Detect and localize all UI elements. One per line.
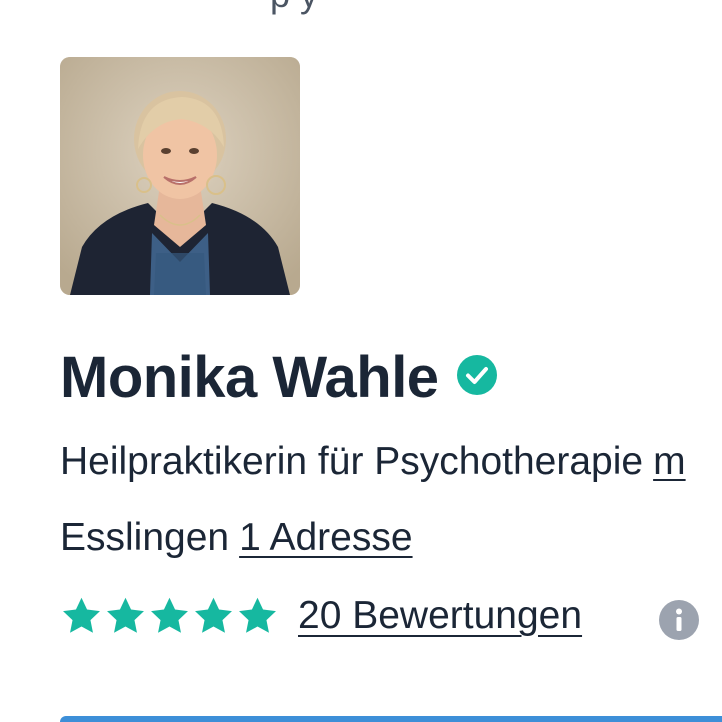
profile-name: Monika Wahle [60,345,439,410]
name-row: Monika Wahle [60,344,497,411]
more-professions-link[interactable]: m [653,440,686,483]
verified-check-icon [456,354,497,395]
avatar [60,57,300,295]
city-text: Esslingen [60,516,230,559]
star-icon [239,597,276,633]
info-button[interactable] [659,600,699,640]
reviews-link[interactable]: 20 Bewertungen [298,594,582,638]
profession-text: Heilpraktikerin für Psychotherapie [60,440,644,483]
star-icon [63,597,100,633]
bottom-action-bar[interactable] [60,716,722,722]
rating-row: 20 Bewertungen [60,594,582,638]
profile-page: p y [0,0,722,722]
star-icon [195,597,232,633]
profession-line: Heilpraktikerin für Psychotherapie m [60,440,686,484]
star-icon [151,597,188,633]
star-rating [60,595,279,638]
info-icon [676,608,682,631]
profile-photo [60,57,300,295]
location-line: Esslingen 1 Adresse [60,516,413,560]
address-link[interactable]: 1 Adresse [239,516,412,559]
star-icon [107,597,144,633]
top-cutoff-text: p y [270,0,318,16]
